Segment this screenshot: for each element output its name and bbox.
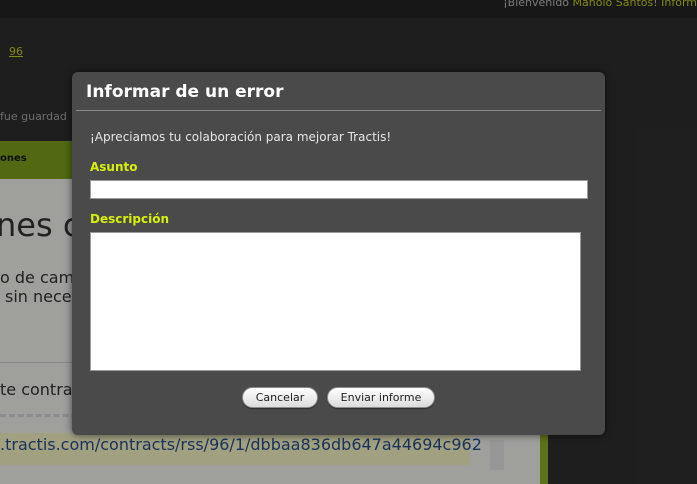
dialog-divider bbox=[76, 110, 601, 111]
subject-label: Asunto bbox=[90, 160, 138, 174]
subject-input[interactable] bbox=[90, 180, 588, 199]
dialog-title: Informar de un error bbox=[86, 82, 284, 102]
description-textarea[interactable] bbox=[90, 232, 581, 371]
dialog-intro: ¡Apreciamos tu colaboración para mejorar… bbox=[90, 130, 392, 144]
description-label: Descripción bbox=[90, 212, 169, 226]
report-error-dialog: Informar de un error ¡Apreciamos tu cola… bbox=[72, 72, 605, 435]
cancel-button[interactable]: Cancelar bbox=[242, 387, 318, 408]
send-report-button[interactable]: Enviar informe bbox=[327, 387, 435, 408]
